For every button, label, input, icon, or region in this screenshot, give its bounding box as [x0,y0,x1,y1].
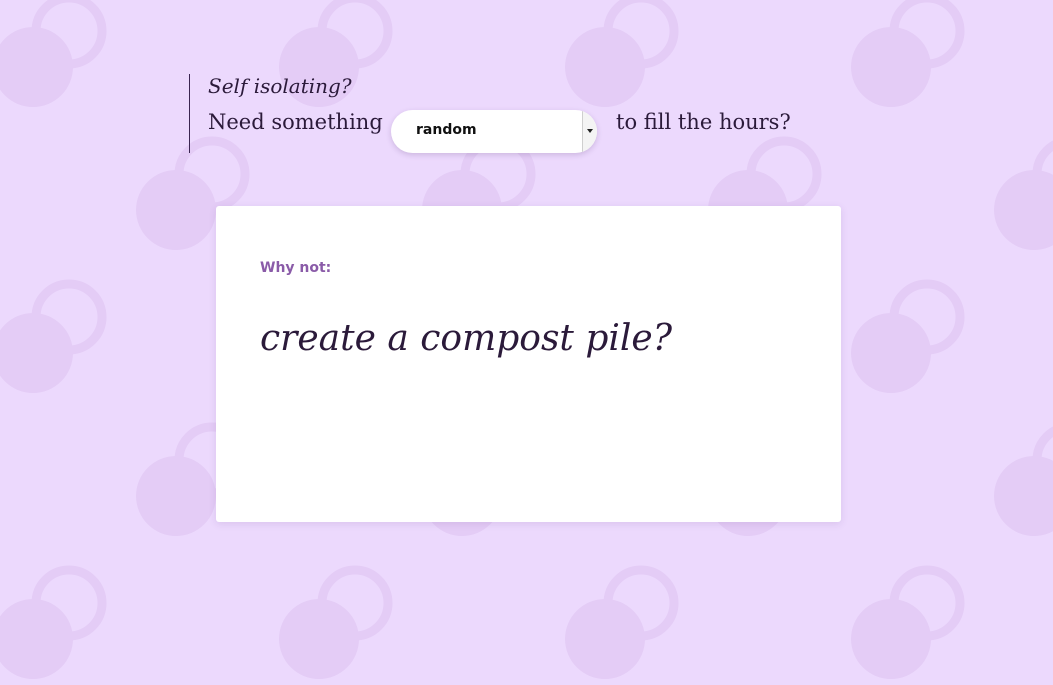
prompt-trail-text: to fill the hours? [616,110,791,134]
suggestion-text: create a compost pile? [260,318,673,359]
suggestion-card: Why not: create a compost pile? [216,206,841,522]
category-select[interactable]: random [391,110,597,153]
category-select-value: random [416,122,477,138]
intro-header: Self isolating? Need something random to… [189,74,791,153]
prompt-lead-text: Need something [208,110,383,134]
caret-down-icon[interactable] [582,110,597,153]
tagline: Self isolating? [208,74,352,98]
card-label: Why not: [260,260,332,276]
